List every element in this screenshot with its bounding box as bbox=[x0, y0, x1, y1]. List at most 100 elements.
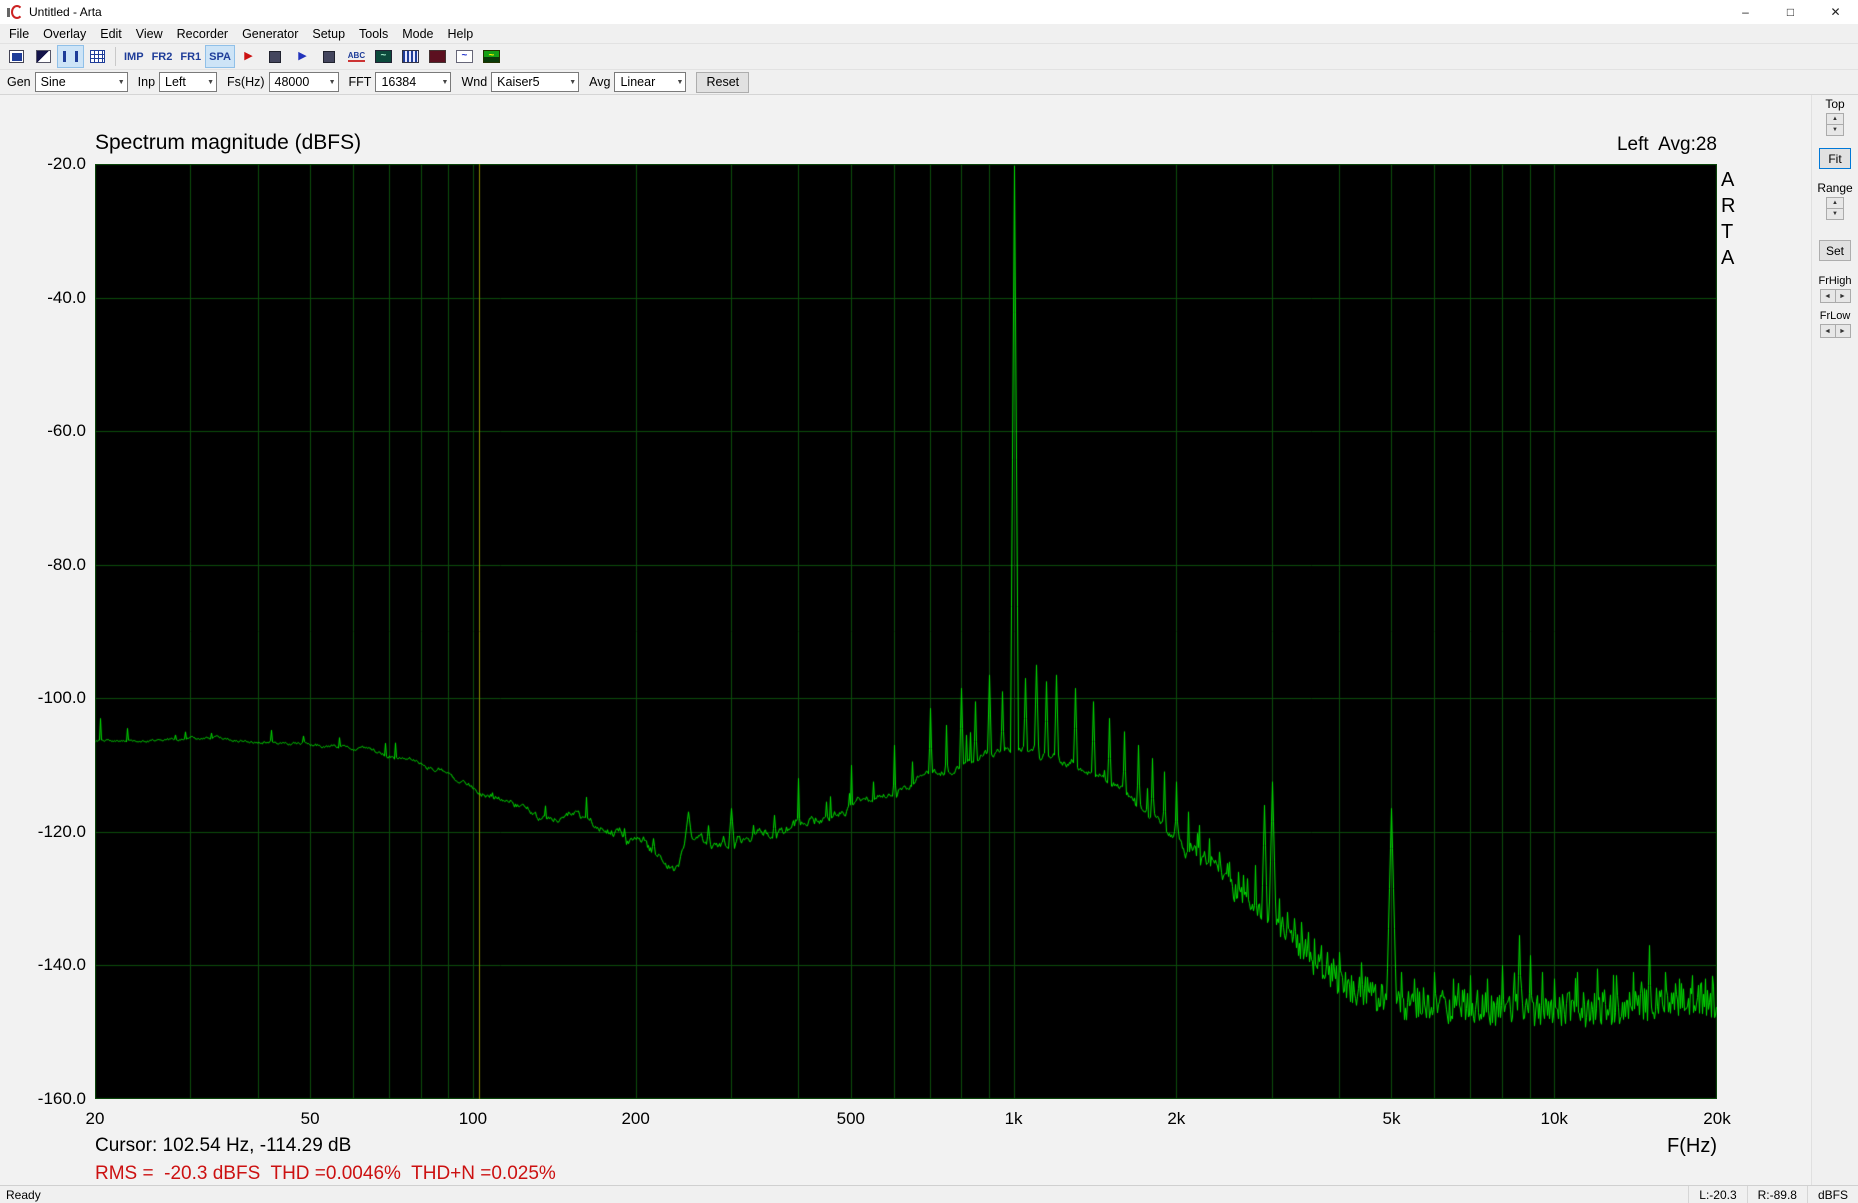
x-tick-label: 500 bbox=[836, 1109, 865, 1128]
wnd-label: Wnd bbox=[461, 75, 488, 89]
menu-generator[interactable]: Generator bbox=[235, 24, 305, 43]
level-meter-icon bbox=[401, 50, 419, 63]
x-tick-label: 10k bbox=[1540, 1109, 1568, 1128]
menu-mode[interactable]: Mode bbox=[395, 24, 440, 43]
reset-button[interactable]: Reset bbox=[696, 71, 750, 93]
frhigh-left-button[interactable]: ◄ bbox=[1819, 289, 1836, 303]
dark-display-button[interactable] bbox=[424, 45, 451, 68]
menu-setup[interactable]: Setup bbox=[305, 24, 352, 43]
grid-values-icon bbox=[90, 50, 105, 63]
wnd-select[interactable]: Kaiser5 ▼ bbox=[491, 72, 580, 92]
x-tick-label: 100 bbox=[458, 1109, 488, 1128]
toolbar: IMP FR2 FR1 SPA ▶ ▶ ABC bbox=[0, 43, 1858, 69]
green-scope-icon bbox=[482, 50, 500, 63]
frlow-right-button[interactable]: ► bbox=[1834, 324, 1851, 338]
chevron-down-icon: ▼ bbox=[441, 78, 449, 86]
x-tick-label: 2k bbox=[1167, 1109, 1186, 1128]
range-down-button[interactable]: ▼ bbox=[1826, 208, 1844, 220]
maximize-button[interactable]: □ bbox=[1768, 0, 1813, 24]
menu-view[interactable]: View bbox=[129, 24, 170, 43]
window-title: Untitled - Arta bbox=[29, 5, 102, 19]
imp-mode-button[interactable]: IMP bbox=[120, 45, 148, 68]
play-stop-button[interactable] bbox=[316, 45, 343, 68]
frlow-left-button[interactable]: ◄ bbox=[1819, 324, 1836, 338]
measurement-control-bar: Gen Sine ▼ Inp Left ▼ Fs(Hz) 48000 ▼ FFT… bbox=[0, 69, 1858, 94]
play-button[interactable]: ▶ bbox=[289, 45, 316, 68]
x-tick-label: 200 bbox=[621, 1109, 650, 1128]
plot-window: Spectrum magnitude (dBFS) Left Avg:28 -2… bbox=[0, 94, 1858, 1185]
invert-colors-icon[interactable] bbox=[30, 45, 57, 68]
y-tick-label: -40.0 bbox=[47, 287, 86, 307]
gen-select[interactable]: Sine ▼ bbox=[34, 72, 128, 92]
spa-mode-button[interactable]: SPA bbox=[205, 45, 235, 68]
abc-overlay-button[interactable]: ABC bbox=[343, 45, 370, 68]
fs-select[interactable]: 48000 ▼ bbox=[268, 72, 339, 92]
pause-icon bbox=[63, 51, 78, 62]
record-stop-button[interactable] bbox=[262, 45, 289, 68]
inp-select[interactable]: Left ▼ bbox=[159, 72, 218, 92]
dark-display-icon bbox=[428, 50, 446, 63]
menu-edit[interactable]: Edit bbox=[93, 24, 129, 43]
grid-values-button[interactable] bbox=[84, 45, 111, 68]
top-down-button[interactable]: ▼ bbox=[1826, 124, 1844, 136]
scope-view-button[interactable] bbox=[370, 45, 397, 68]
fft-label: FFT bbox=[348, 75, 372, 89]
close-button[interactable]: ✕ bbox=[1813, 0, 1858, 24]
status-left-level: L:-20.3 bbox=[1688, 1186, 1746, 1203]
signal-wave-button[interactable] bbox=[451, 45, 478, 68]
fit-button[interactable]: Fit bbox=[1819, 148, 1851, 169]
status-cells: L:-20.3 R:-89.8 dBFS bbox=[1688, 1186, 1858, 1203]
fr1-mode-button[interactable]: FR1 bbox=[176, 45, 205, 68]
menu-tools[interactable]: Tools bbox=[352, 24, 395, 43]
fr2-mode-button[interactable]: FR2 bbox=[148, 45, 177, 68]
inp-value: Left bbox=[165, 75, 186, 89]
duplicate-window-icon[interactable] bbox=[3, 45, 30, 68]
record-button[interactable]: ▶ bbox=[235, 45, 262, 68]
frlow-label: FrLow bbox=[1819, 310, 1851, 322]
status-right-level: R:-89.8 bbox=[1746, 1186, 1807, 1203]
avg-select[interactable]: Linear ▼ bbox=[614, 72, 687, 92]
level-meter-button[interactable] bbox=[397, 45, 424, 68]
minimize-button[interactable]: – bbox=[1723, 0, 1768, 24]
top-spinner: ▲ ▼ bbox=[1826, 113, 1844, 136]
menu-recorder[interactable]: Recorder bbox=[170, 24, 235, 43]
signal-wave-icon bbox=[455, 50, 473, 63]
y-tick-label: -80.0 bbox=[47, 554, 86, 574]
green-scope-button[interactable] bbox=[478, 45, 505, 68]
frhigh-label: FrHigh bbox=[1818, 275, 1852, 287]
chevron-down-icon: ▼ bbox=[117, 78, 125, 86]
frhigh-arrows: ◄ ► bbox=[1819, 289, 1851, 303]
menu-overlay[interactable]: Overlay bbox=[36, 24, 93, 43]
arta-letter: T bbox=[1721, 221, 1734, 243]
title-bar: Untitled - Arta – □ ✕ bbox=[0, 0, 1858, 24]
plot-title: Spectrum magnitude (dBFS) bbox=[95, 131, 362, 154]
window-controls: – □ ✕ bbox=[1723, 0, 1858, 24]
menu-help[interactable]: Help bbox=[441, 24, 481, 43]
status-units: dBFS bbox=[1806, 1186, 1858, 1203]
rms-readout: RMS = -20.3 dBFS THD =0.0046% THD+N =0.0… bbox=[95, 1163, 556, 1184]
fs-label: Fs(Hz) bbox=[227, 75, 265, 89]
menu-file[interactable]: File bbox=[2, 24, 36, 43]
right-control-panel: Top ▲ ▼ Fit Range ▲ ▼ Set FrHigh ◄ ► FrL… bbox=[1811, 95, 1858, 1185]
wnd-value: Kaiser5 bbox=[497, 75, 540, 89]
fft-value: 16384 bbox=[381, 75, 417, 89]
abc-icon: ABC bbox=[347, 50, 366, 62]
x-tick-label: 20k bbox=[1703, 1109, 1731, 1128]
spectrum-plot[interactable] bbox=[95, 164, 1717, 1099]
avg-label: Avg bbox=[589, 75, 611, 89]
scope-view-icon bbox=[374, 50, 392, 63]
fft-select[interactable]: 16384 ▼ bbox=[375, 72, 452, 92]
menu-bar: File Overlay Edit View Recorder Generato… bbox=[0, 24, 1858, 43]
avg-value: Linear bbox=[620, 75, 656, 89]
chevron-down-icon: ▼ bbox=[207, 78, 215, 86]
app-icon bbox=[7, 5, 23, 20]
frhigh-right-button[interactable]: ► bbox=[1834, 289, 1851, 303]
x-tick-label: 50 bbox=[300, 1109, 320, 1128]
record-icon: ▶ bbox=[244, 50, 253, 62]
toolbar-separator bbox=[115, 47, 116, 66]
set-button[interactable]: Set bbox=[1819, 240, 1851, 261]
status-ready: Ready bbox=[6, 1187, 41, 1202]
status-bar: Ready L:-20.3 R:-89.8 dBFS bbox=[0, 1185, 1858, 1203]
range-label: Range bbox=[1817, 181, 1853, 195]
pause-button[interactable] bbox=[57, 45, 84, 68]
